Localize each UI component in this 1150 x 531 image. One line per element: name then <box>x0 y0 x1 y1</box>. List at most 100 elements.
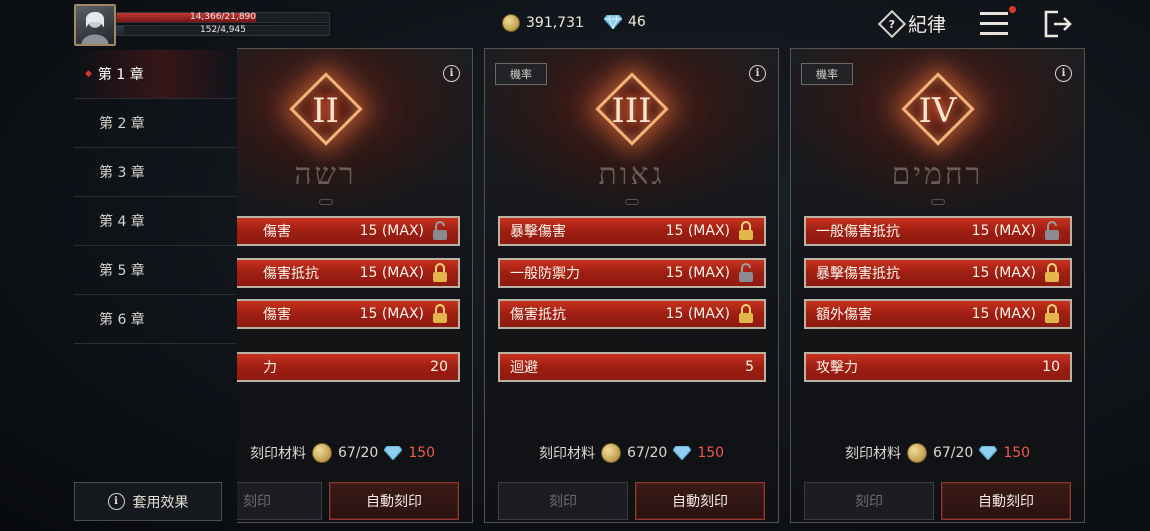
lock-icon[interactable] <box>738 221 754 241</box>
stat-value: 15 (MAX) <box>359 306 424 322</box>
chapter-label: 第 1 章 <box>97 67 144 83</box>
notification-dot <box>1009 6 1016 13</box>
rules-label: 紀律 <box>908 14 947 36</box>
stat-row[interactable]: 暴擊傷害抵抗 15 (MAX) <box>804 258 1072 288</box>
info-icon[interactable]: i <box>443 65 460 82</box>
divider-ornament <box>930 199 945 205</box>
sidebar-item-chapter-5[interactable]: 第 5 章 <box>74 246 236 295</box>
gem-amount: 46 <box>628 14 646 30</box>
info-icon[interactable]: i <box>1055 65 1072 82</box>
rune-numeral: II <box>312 91 339 131</box>
stat-value: 15 (MAX) <box>971 223 1036 239</box>
lock-icon[interactable] <box>432 304 448 324</box>
apply-effect-label: 套用效果 <box>132 494 189 511</box>
menu-button[interactable] <box>980 6 1016 38</box>
exit-icon[interactable] <box>1042 8 1074 40</box>
sidebar-item-chapter-4[interactable]: 第 4 章 <box>74 197 236 246</box>
stat-name: 暴擊傷害抵抗 <box>816 266 900 282</box>
rune-numeral: IV <box>918 91 957 131</box>
menu-line <box>980 32 1008 35</box>
chapter-label: 第 6 章 <box>99 312 145 328</box>
unlock-icon[interactable] <box>738 263 754 283</box>
material-coin-icon <box>600 443 621 463</box>
selected-marker-icon: ◆ <box>85 69 92 79</box>
lock-icon[interactable] <box>738 304 754 324</box>
diamond-icon <box>604 15 622 29</box>
material-coin-icon <box>906 443 927 463</box>
unlock-icon[interactable] <box>432 221 448 241</box>
stat-name: 傷害抵抗 <box>263 266 319 282</box>
stat-value: 15 (MAX) <box>359 265 424 281</box>
material-row: 刻印材料 67/20 150 <box>237 443 472 463</box>
chapter-label: 第 4 章 <box>99 214 145 230</box>
bonus-stat-row: 迴避 5 <box>498 352 766 382</box>
lock-icon[interactable] <box>432 263 448 283</box>
rate-button[interactable]: 機率 <box>495 63 547 85</box>
material-coin-icon <box>311 443 332 463</box>
stat-row[interactable]: 傷害 15 (MAX) <box>237 216 460 246</box>
rune-word: גאות <box>598 157 665 192</box>
engrave-button[interactable]: 刻印 <box>804 482 934 520</box>
stat-row[interactable]: 一般傷害抵抗 15 (MAX) <box>804 216 1072 246</box>
lock-icon[interactable] <box>1044 263 1060 283</box>
material-label: 刻印材料 <box>249 446 306 462</box>
gold-amount: 391,731 <box>526 15 584 31</box>
engrave-button[interactable]: 刻印 <box>237 482 322 520</box>
stat-row[interactable]: 暴擊傷害 15 (MAX) <box>498 216 766 246</box>
player-status: 14,366/21,890 152/4,945 <box>74 4 330 46</box>
stat-value: 15 (MAX) <box>971 306 1036 322</box>
lock-icon[interactable] <box>1044 304 1060 324</box>
rate-button[interactable]: 機率 <box>801 63 853 85</box>
mp-text: 152/4,945 <box>200 25 246 35</box>
stat-row[interactable]: 額外傷害 15 (MAX) <box>804 299 1072 329</box>
chapter-sidebar: ◆ 第 1 章 第 2 章 第 3 章 第 4 章 第 5 章 第 6 章 <box>74 50 236 344</box>
stat-value: 5 <box>745 359 754 375</box>
stat-name: 額外傷害 <box>816 307 872 323</box>
bonus-stat-row: 力 20 <box>237 352 460 382</box>
gem-currency: 46 <box>604 14 646 30</box>
stat-name: 迴避 <box>510 360 538 376</box>
unlock-icon[interactable] <box>1044 221 1060 241</box>
sidebar-item-chapter-2[interactable]: 第 2 章 <box>74 99 236 148</box>
divider-ornament <box>624 199 639 205</box>
material-label: 刻印材料 <box>538 446 595 462</box>
diamond-icon <box>979 446 998 460</box>
stat-row[interactable]: 傷害抵抗 15 (MAX) <box>237 258 460 288</box>
material-row: 刻印材料 67/20 150 <box>791 443 1084 463</box>
stat-value: 15 (MAX) <box>359 223 424 239</box>
auto-engrave-button[interactable]: 自動刻印 <box>329 482 459 520</box>
stat-value: 15 (MAX) <box>665 306 730 322</box>
gold-currency: 391,731 <box>502 14 584 32</box>
material-label: 刻印材料 <box>844 446 901 462</box>
stat-row[interactable]: 一般防禦力 15 (MAX) <box>498 258 766 288</box>
sidebar-item-chapter-6[interactable]: 第 6 章 <box>74 295 236 344</box>
rune-card-2-viewport: i II רשה 傷害 15 (MAX) 傷害抵抗 15 (MAX) 傷害 15… <box>237 48 473 523</box>
apply-effect-button[interactable]: i 套用效果 <box>74 482 222 521</box>
auto-engrave-button[interactable]: 自動刻印 <box>941 482 1071 520</box>
chapter-label: 第 5 章 <box>99 263 145 279</box>
rune-card: 機率 i IV רחמים 一般傷害抵抗 15 (MAX) 暴擊傷害抵抗 15 … <box>790 48 1085 523</box>
auto-engrave-button[interactable]: 自動刻印 <box>635 482 765 520</box>
stat-name: 傷害抵抗 <box>510 307 566 323</box>
menu-line <box>980 22 1008 25</box>
sidebar-item-chapter-3[interactable]: 第 3 章 <box>74 148 236 197</box>
stat-row[interactable]: 傷害抵抗 15 (MAX) <box>498 299 766 329</box>
material-count: 67/20 <box>337 445 379 461</box>
stat-value: 20 <box>430 359 448 375</box>
rune-card: 機率 i III גאות 暴擊傷害 15 (MAX) 一般防禦力 15 (MA… <box>484 48 779 523</box>
stat-row[interactable]: 傷害 15 (MAX) <box>237 299 460 329</box>
gem-cost: 150 <box>697 445 725 461</box>
engrave-button[interactable]: 刻印 <box>498 482 628 520</box>
stat-value: 15 (MAX) <box>971 265 1036 281</box>
menu-line <box>980 12 1008 15</box>
hp-bar: 14,366/21,890 <box>116 12 330 23</box>
info-icon[interactable]: i <box>749 65 766 82</box>
hp-text: 14,366/21,890 <box>189 12 256 22</box>
sidebar-item-chapter-1[interactable]: ◆ 第 1 章 <box>74 50 236 99</box>
material-count: 67/20 <box>932 445 974 461</box>
rules-button[interactable]: ? 紀律 <box>877 9 947 38</box>
info-icon: i <box>107 493 125 510</box>
rune-emblem: IV <box>900 71 976 147</box>
stat-name: 一般防禦力 <box>510 266 580 282</box>
avatar[interactable] <box>74 4 116 46</box>
